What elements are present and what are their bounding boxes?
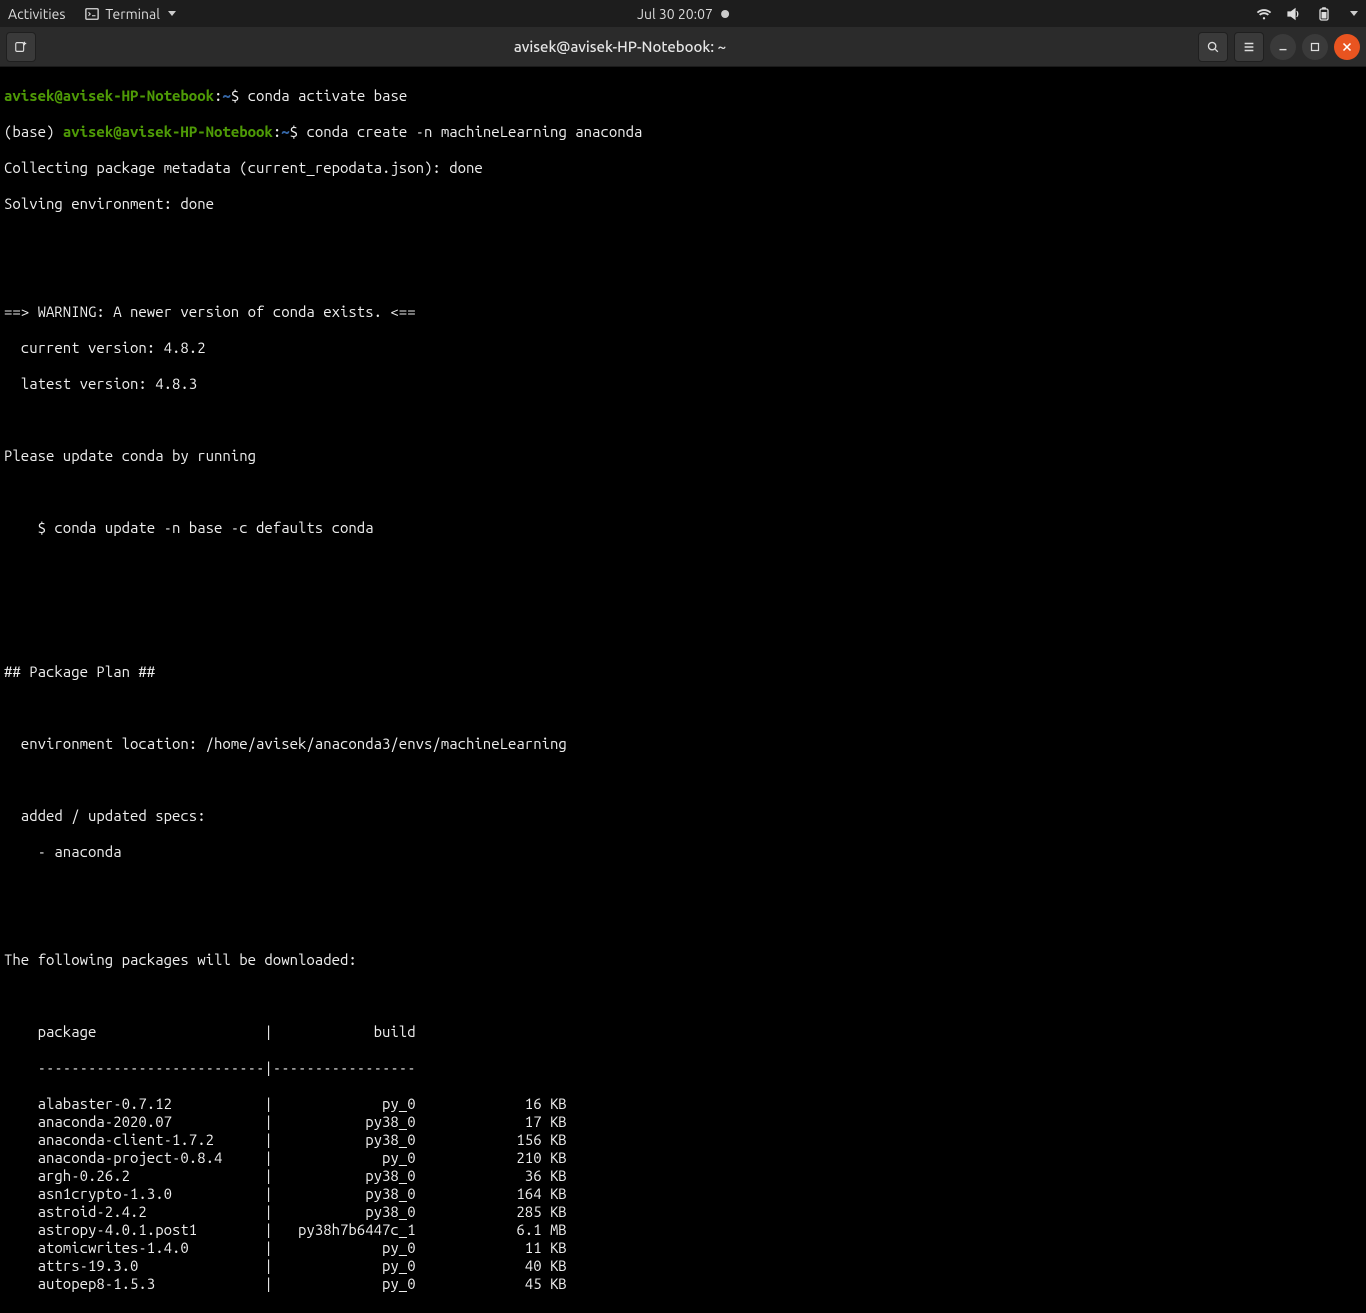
prompt-userhost: avisek@avisek-HP-Notebook — [4, 87, 214, 104]
notification-dot-icon — [721, 10, 729, 18]
terminal-line: Collecting package metadata (current_rep… — [4, 159, 1362, 177]
package-row: astropy-4.0.1.post1 | py38h7b6447c_1 6.1… — [4, 1221, 1362, 1239]
terminal-line — [4, 483, 1362, 501]
search-button[interactable] — [1198, 32, 1228, 62]
minimize-icon — [1276, 40, 1290, 54]
terminal-line — [4, 231, 1362, 249]
package-row: atomicwrites-1.4.0 | py_0 11 KB — [4, 1239, 1362, 1257]
terminal-icon — [85, 7, 99, 21]
prompt-sigil: $ — [231, 87, 239, 104]
package-row: argh-0.26.2 | py38_0 36 KB — [4, 1167, 1362, 1185]
terminal-line: Please update conda by running — [4, 447, 1362, 465]
terminal-line — [4, 915, 1362, 933]
terminal-line — [4, 591, 1362, 609]
appmenu-label: Terminal — [105, 6, 160, 22]
terminal-line: (base) avisek@avisek-HP-Notebook:~$ cond… — [4, 123, 1362, 141]
chevron-down-icon — [1350, 11, 1358, 16]
prompt-sep: : — [273, 123, 281, 140]
package-row: anaconda-2020.07 | py38_0 17 KB — [4, 1113, 1362, 1131]
package-row: astroid-2.4.2 | py38_0 285 KB — [4, 1203, 1362, 1221]
clock-label: Jul 30 20:07 — [637, 6, 713, 22]
terminal-line: package | build — [4, 1023, 1362, 1041]
terminal-line: avisek@avisek-HP-Notebook:~$ conda activ… — [4, 87, 1362, 105]
terminal-line: environment location: /home/avisek/anaco… — [4, 735, 1362, 753]
package-row: asn1crypto-1.3.0 | py38_0 164 KB — [4, 1185, 1362, 1203]
terminal-line: ---------------------------|------------… — [4, 1059, 1362, 1077]
package-row: autopep8-1.5.3 | py_0 45 KB — [4, 1275, 1362, 1293]
terminal-line — [4, 987, 1362, 1005]
env-prefix: (base) — [4, 123, 63, 140]
chevron-down-icon — [168, 11, 176, 16]
terminal-line: ## Package Plan ## — [4, 663, 1362, 681]
terminal-line: current version: 4.8.2 — [4, 339, 1362, 357]
package-row: anaconda-project-0.8.4 | py_0 210 KB — [4, 1149, 1362, 1167]
package-row: attrs-19.3.0 | py_0 40 KB — [4, 1257, 1362, 1275]
terminal-line: Solving environment: done — [4, 195, 1362, 213]
activities-button[interactable]: Activities — [8, 6, 65, 22]
wifi-icon — [1256, 6, 1272, 22]
terminal-line — [4, 771, 1362, 789]
appmenu-terminal[interactable]: Terminal — [77, 4, 184, 24]
battery-icon — [1316, 6, 1334, 22]
terminal-line — [4, 627, 1362, 645]
volume-icon — [1286, 6, 1302, 22]
terminal-line — [4, 411, 1362, 429]
window-titlebar: avisek@avisek-HP-Notebook: ~ — [0, 27, 1366, 67]
window-title: avisek@avisek-HP-Notebook: ~ — [42, 38, 1198, 55]
package-row: anaconda-client-1.7.2 | py38_0 156 KB — [4, 1131, 1362, 1149]
hamburger-icon — [1242, 40, 1256, 54]
maximize-button[interactable] — [1302, 34, 1328, 60]
new-tab-icon — [14, 40, 28, 54]
close-button[interactable] — [1334, 34, 1360, 60]
gnome-topbar: Activities Terminal Jul 30 20:07 — [0, 0, 1366, 27]
terminal-line: latest version: 4.8.3 — [4, 375, 1362, 393]
terminal-line: ==> WARNING: A newer version of conda ex… — [4, 303, 1362, 321]
new-tab-button[interactable] — [6, 32, 36, 62]
terminal-line — [4, 267, 1362, 285]
terminal-line: $ conda update -n base -c defaults conda — [4, 519, 1362, 537]
terminal-line: The following packages will be downloade… — [4, 951, 1362, 969]
search-icon — [1206, 40, 1220, 54]
command-text: conda activate base — [248, 87, 408, 104]
maximize-icon — [1308, 40, 1322, 54]
prompt-sigil: $ — [290, 123, 298, 140]
hamburger-menu-button[interactable] — [1234, 32, 1264, 62]
system-status-area[interactable] — [1256, 6, 1358, 22]
terminal-line: - anaconda — [4, 843, 1362, 861]
minimize-button[interactable] — [1270, 34, 1296, 60]
prompt-path: ~ — [222, 87, 230, 104]
prompt-userhost: avisek@avisek-HP-Notebook — [63, 123, 273, 140]
clock[interactable]: Jul 30 20:07 — [637, 6, 729, 22]
terminal-viewport[interactable]: avisek@avisek-HP-Notebook:~$ conda activ… — [0, 67, 1366, 1313]
close-icon — [1340, 40, 1354, 54]
terminal-line — [4, 879, 1362, 897]
package-row: alabaster-0.7.12 | py_0 16 KB — [4, 1095, 1362, 1113]
prompt-path: ~ — [281, 123, 289, 140]
command-text: conda create -n machineLearning anaconda — [306, 123, 642, 140]
terminal-line — [4, 699, 1362, 717]
terminal-line: added / updated specs: — [4, 807, 1362, 825]
terminal-line — [4, 555, 1362, 573]
